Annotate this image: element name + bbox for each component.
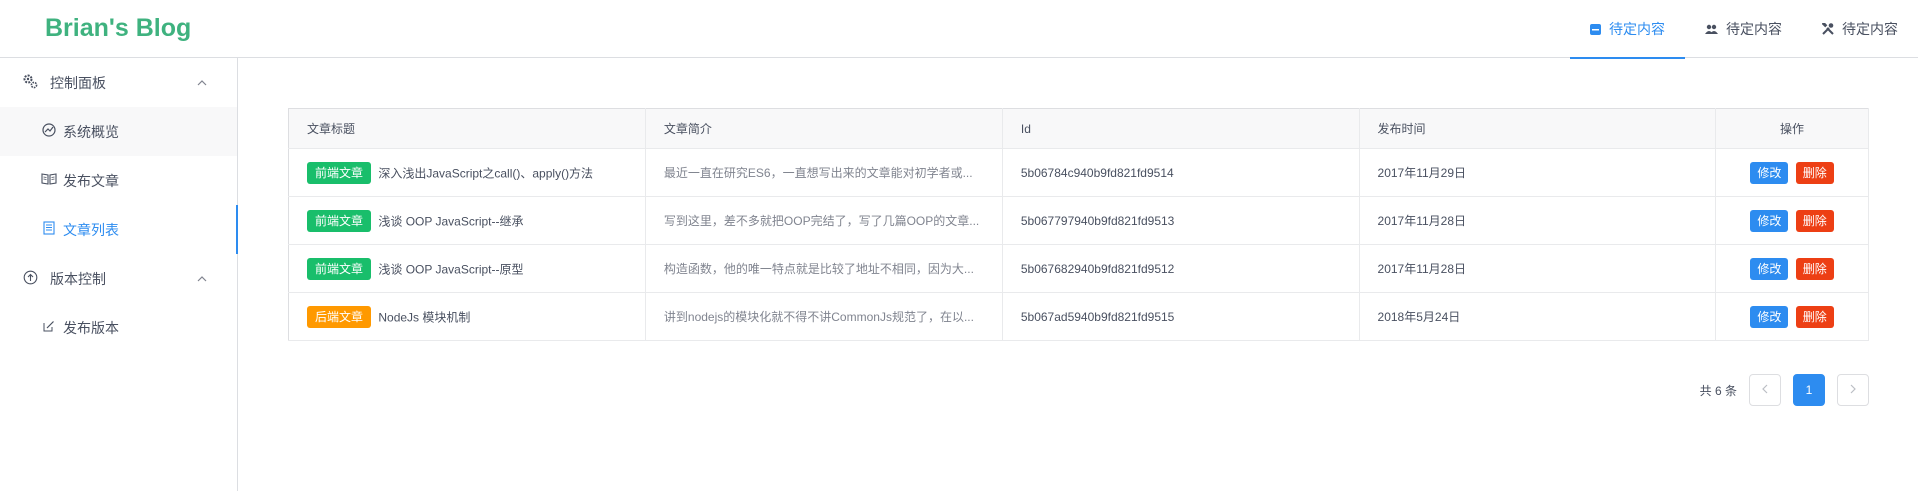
pagination-total: 共 6 条 [1699,383,1737,398]
gears-icon [22,74,38,92]
id-cell: 5b067797940b9fd821fd9513 [1002,196,1360,245]
intro-cell: 最近一直在研究ES6，一直想写出来的文章能对初学者或... [645,148,1003,197]
top-nav-item-1[interactable]: 待定内容 [1570,0,1685,59]
id-cell: 5b067ad5940b9fd821fd9515 [1002,292,1360,341]
date-cell: 2017年11月29日 [1359,148,1717,197]
tools-icon [1822,23,1834,35]
sidebar-group-version[interactable]: 版本控制 [0,254,237,303]
book-icon [41,173,57,188]
sidebar-item-publish-version[interactable]: 发布版本 [0,303,237,352]
intro-cell: 讲到nodejs的模块化就不得不讲CommonJs规范了，在以... [645,292,1003,341]
edit-icon [41,320,57,335]
column-header-intro: 文章简介 [645,108,1003,149]
sidebar-item-label: 文章列表 [63,221,119,238]
title-cell: 前端文章 浅谈 OOP JavaScript--原型 [288,244,646,293]
chevron-left-icon [1762,383,1768,397]
article-table: 文章标题 文章简介 Id 发布时间 操作 前端文章 深入浅出JavaScript… [288,108,1869,341]
table-row: 后端文章 NodeJs 模块机制 讲到nodejs的模块化就不得不讲Common… [288,292,1869,341]
chevron-right-icon [1850,383,1856,397]
edit-button[interactable]: 修改 [1750,161,1789,184]
table-row: 前端文章 浅谈 OOP JavaScript--原型 构造函数，他的唯一特点就是… [288,244,1869,293]
sidebar-item-article-list[interactable]: 文章列表 [0,205,238,254]
intro-cell: 写到这里，差不多就把OOP完结了，写了几篇OOP的文章... [645,196,1003,245]
page-button-current[interactable]: 1 [1793,374,1825,406]
article-title[interactable]: NodeJs 模块机制 [378,310,470,324]
actions-cell: 修改 删除 [1715,244,1869,293]
title-cell: 前端文章 浅谈 OOP JavaScript--继承 [288,196,646,245]
id-cell: 5b067682940b9fd821fd9512 [1002,244,1360,293]
next-page-button[interactable] [1837,374,1869,406]
people-icon [1705,24,1718,35]
category-tag: 前端文章 [307,209,372,232]
pagination: 共 6 条 1 [1700,374,1869,406]
date-cell: 2017年11月28日 [1359,244,1717,293]
actions-cell: 修改 删除 [1715,148,1869,197]
sidebar-item-publish-article[interactable]: 发布文章 [0,156,237,205]
document-icon [41,221,57,238]
chevron-up-icon[interactable] [197,273,207,285]
edit-button[interactable]: 修改 [1750,305,1789,328]
top-nav: 待定内容 待定内容 待定内容 [1570,0,1918,59]
top-header: Brian's Blog 待定内容 待定内容 待定内容 [0,0,1918,59]
top-nav-item-3[interactable]: 待定内容 [1802,0,1918,58]
sidebar-item-label: 发布版本 [63,319,119,336]
table-header-row: 文章标题 文章简介 Id 发布时间 操作 [288,108,1869,149]
delete-button[interactable]: 删除 [1795,161,1834,184]
article-title[interactable]: 深入浅出JavaScript之call()、apply()方法 [378,166,593,180]
category-tag: 前端文章 [307,161,372,184]
column-header-actions: 操作 [1715,108,1869,149]
chart-icon [41,123,57,140]
top-nav-label: 待定内容 [1726,21,1782,37]
main-content: 文章标题 文章简介 Id 发布时间 操作 前端文章 深入浅出JavaScript… [288,108,1869,406]
intro-cell: 构造函数，他的唯一特点就是比较了地址不相同，因为大... [645,244,1003,293]
category-tag: 后端文章 [307,305,372,328]
column-header-id: Id [1002,108,1360,149]
table-row: 前端文章 浅谈 OOP JavaScript--继承 写到这里，差不多就把OOP… [288,196,1869,245]
sidebar-group-dashboard[interactable]: 控制面板 [0,58,237,107]
edit-button[interactable]: 修改 [1750,257,1789,280]
sidebar-group-label: 控制面板 [50,74,106,91]
sidebar-group-label: 版本控制 [50,270,106,287]
prev-page-button[interactable] [1749,374,1781,406]
date-cell: 2017年11月28日 [1359,196,1717,245]
table-row: 前端文章 深入浅出JavaScript之call()、apply()方法 最近一… [288,148,1869,197]
delete-button[interactable]: 删除 [1795,209,1834,232]
top-nav-label: 待定内容 [1609,21,1665,37]
upload-circle-icon [22,270,38,288]
id-cell: 5b06784c940b9fd821fd9514 [1002,148,1360,197]
actions-cell: 修改 删除 [1715,196,1869,245]
sidebar-item-overview[interactable]: 系统概览 [0,107,237,156]
title-cell: 前端文章 深入浅出JavaScript之call()、apply()方法 [288,148,646,197]
sidebar-item-label: 系统概览 [63,123,119,140]
article-title[interactable]: 浅谈 OOP JavaScript--继承 [378,214,523,228]
column-header-title: 文章标题 [288,108,646,149]
title-cell: 后端文章 NodeJs 模块机制 [288,292,646,341]
edit-button[interactable]: 修改 [1750,209,1789,232]
top-nav-item-2[interactable]: 待定内容 [1685,0,1802,58]
square-icon [1590,23,1601,35]
delete-button[interactable]: 删除 [1795,257,1834,280]
delete-button[interactable]: 删除 [1795,305,1834,328]
column-header-date: 发布时间 [1359,108,1717,149]
category-tag: 前端文章 [307,257,372,280]
sidebar: 控制面板 系统概览 发布文章 文章列表 版本控制 发布版本 [0,58,238,491]
article-title[interactable]: 浅谈 OOP JavaScript--原型 [378,262,523,276]
date-cell: 2018年5月24日 [1359,292,1717,341]
chevron-up-icon[interactable] [197,77,207,89]
top-nav-label: 待定内容 [1842,21,1898,37]
blog-logo[interactable]: Brian's Blog [45,14,191,43]
sidebar-item-label: 发布文章 [63,172,119,189]
actions-cell: 修改 删除 [1715,292,1869,341]
